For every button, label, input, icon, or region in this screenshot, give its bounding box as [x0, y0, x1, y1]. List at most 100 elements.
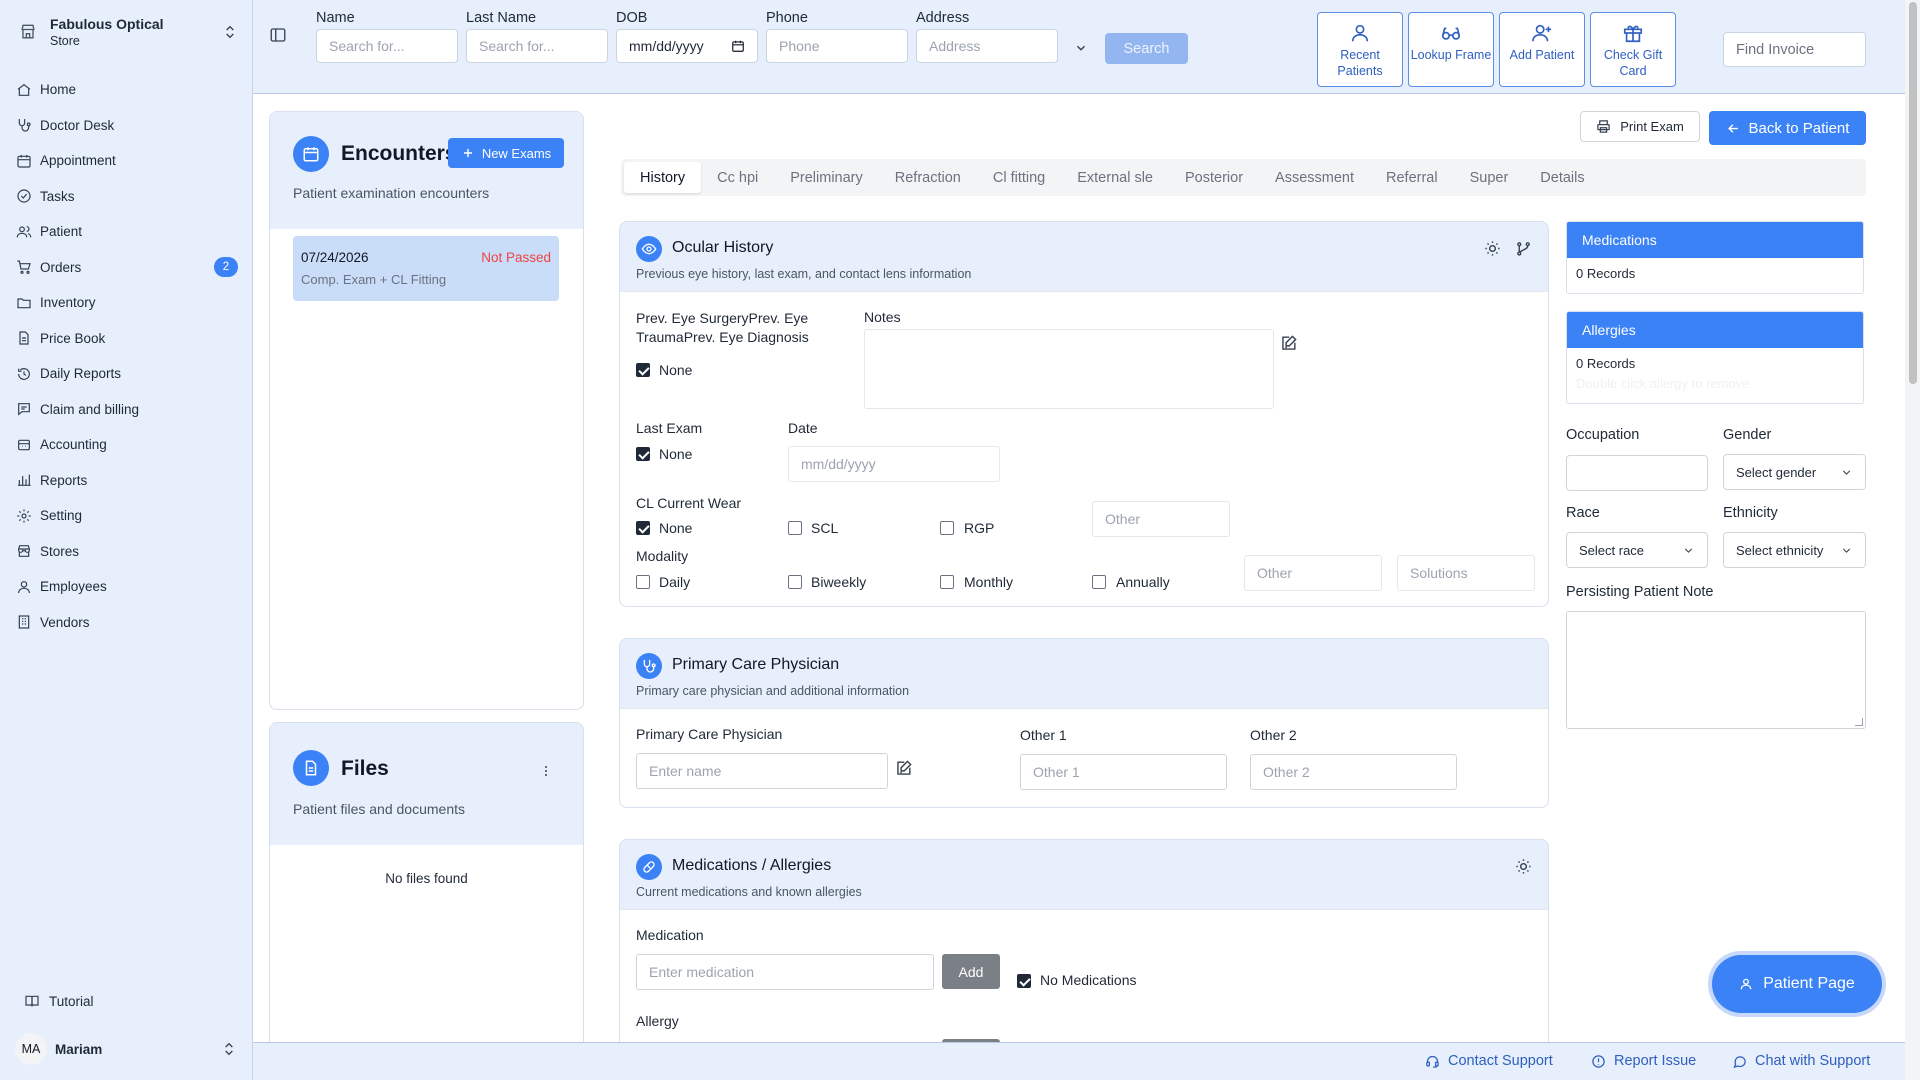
resize-handle[interactable] [1855, 718, 1863, 726]
occupation-input[interactable] [1566, 455, 1708, 491]
store-switcher[interactable]: Fabulous Optical Store [18, 12, 238, 52]
print-exam-button[interactable]: Print Exam [1580, 111, 1700, 142]
modality-annually-checkbox[interactable] [1092, 575, 1106, 589]
dob-input[interactable]: mm/dd/yyyy [616, 29, 758, 63]
cl-rgp-checkbox[interactable] [940, 521, 954, 535]
tab-history[interactable]: History [624, 162, 702, 193]
race-select-value: Select race [1579, 542, 1645, 558]
recent-patients-button[interactable]: Recent Patients [1317, 12, 1403, 87]
pcp-name-input[interactable] [636, 753, 888, 789]
tab-assessment[interactable]: Assessment [1259, 162, 1370, 193]
contact-support-link[interactable]: Contact Support [1425, 1052, 1553, 1070]
primary-care-subtitle: Primary care physician and additional in… [636, 684, 910, 698]
sun-icon[interactable] [1515, 858, 1532, 875]
sidebar-item-orders[interactable]: Orders 2 [12, 250, 240, 286]
sidebar-item-home[interactable]: Home [12, 72, 240, 108]
sidebar-item-accounting[interactable]: Accounting [12, 427, 240, 463]
ocular-history-section: Ocular History Previous eye history, las… [619, 221, 1549, 607]
sidebar-item-price-book[interactable]: Price Book [12, 321, 240, 357]
files-subtitle: Patient files and documents [293, 801, 465, 817]
tab-referral[interactable]: Referral [1370, 162, 1454, 193]
modality-daily-checkbox[interactable] [636, 575, 650, 589]
last-exam-date-input[interactable]: mm/dd/yyyy [788, 446, 1000, 482]
git-branch-icon[interactable] [1515, 240, 1532, 257]
search-button[interactable]: Search [1105, 33, 1188, 64]
sidebar-item-inventory[interactable]: Inventory [12, 285, 240, 321]
gender-select[interactable]: Select gender [1723, 454, 1866, 490]
chat-support-link[interactable]: Chat with Support [1732, 1052, 1870, 1070]
scrollbar-thumb[interactable] [1909, 2, 1917, 384]
new-exams-button[interactable]: New Exams [448, 138, 564, 168]
kebab-menu-icon[interactable] [538, 763, 554, 779]
phone-search-input[interactable] [766, 29, 908, 63]
edit-icon[interactable] [1279, 334, 1298, 353]
edit-icon[interactable] [894, 759, 913, 778]
cl-scl-label: SCL [811, 520, 839, 536]
sidebar-item-stores[interactable]: Stores [12, 534, 240, 570]
no-medications-checkbox[interactable] [1017, 974, 1031, 988]
sidebar-item-doctor-desk[interactable]: Doctor Desk [12, 108, 240, 144]
last-name-search-input[interactable] [466, 29, 608, 63]
cl-scl-checkbox[interactable] [788, 521, 802, 535]
name-search-input[interactable] [316, 29, 458, 63]
sidebar-item-vendors[interactable]: Vendors [12, 605, 240, 641]
sidebar-item-reports[interactable]: Reports [12, 463, 240, 499]
history-icon [16, 366, 32, 382]
ethnicity-select[interactable]: Select ethnicity [1723, 532, 1866, 568]
find-invoice-input[interactable] [1723, 32, 1866, 67]
last-exam-none-checkbox[interactable] [636, 447, 650, 461]
prev-none-checkbox[interactable] [636, 363, 650, 377]
other2-input[interactable] [1250, 754, 1457, 790]
ocular-history-header: Ocular History Previous eye history, las… [620, 222, 1548, 292]
back-to-patient-button[interactable]: Back to Patient [1709, 111, 1866, 145]
no-files-message: No files found [385, 871, 468, 886]
tab-external-sle[interactable]: External sle [1061, 162, 1169, 193]
tab-refraction[interactable]: Refraction [879, 162, 977, 193]
tab-preliminary[interactable]: Preliminary [774, 162, 879, 193]
other1-label: Other 1 [1020, 727, 1067, 743]
store-icon [18, 22, 38, 42]
sidebar-item-employees[interactable]: Employees [12, 569, 240, 605]
tutorial-link[interactable]: Tutorial [24, 990, 94, 1012]
patient-page-button[interactable]: Patient Page [1712, 955, 1882, 1013]
sidebar-item-patient[interactable]: Patient [12, 214, 240, 250]
report-issue-link[interactable]: Report Issue [1591, 1052, 1696, 1070]
modality-biweekly-checkbox[interactable] [788, 575, 802, 589]
cl-none-checkbox[interactable] [636, 521, 650, 535]
sidebar-item-label: Home [40, 82, 77, 98]
sidebar-item-tasks[interactable]: Tasks [12, 179, 240, 215]
medication-input[interactable] [636, 954, 934, 990]
add-medication-button[interactable]: Add [942, 954, 1000, 989]
files-title: Files [341, 757, 389, 780]
address-search-input[interactable] [916, 29, 1058, 63]
modality-other-input[interactable]: Other [1244, 555, 1382, 591]
modality-monthly-checkbox[interactable] [940, 575, 954, 589]
tab-cc-hpi[interactable]: Cc hpi [701, 162, 774, 193]
encounter-item[interactable]: 07/24/2026 Not Passed Comp. Exam + CL Fi… [293, 236, 559, 301]
race-select[interactable]: Select race [1566, 532, 1708, 568]
tab-posterior[interactable]: Posterior [1169, 162, 1259, 193]
back-to-patient-label: Back to Patient [1748, 119, 1850, 137]
persisting-note-textarea[interactable] [1566, 611, 1866, 729]
other1-input[interactable] [1020, 754, 1227, 790]
sidebar-item-setting[interactable]: Setting [12, 498, 240, 534]
sun-icon[interactable] [1484, 240, 1501, 257]
sidebar-toggle-icon[interactable] [269, 26, 287, 44]
tab-super[interactable]: Super [1454, 162, 1525, 193]
lookup-frame-button[interactable]: Lookup Frame [1408, 12, 1494, 87]
medications-panel-title: Medications [1567, 222, 1863, 258]
chevron-down-icon[interactable] [1074, 41, 1088, 55]
notes-textarea[interactable] [864, 329, 1274, 409]
solutions-input[interactable]: Solutions [1397, 555, 1535, 591]
add-patient-button[interactable]: Add Patient [1499, 12, 1585, 87]
cl-other-input[interactable]: Other [1092, 501, 1230, 537]
sidebar-item-daily-reports[interactable]: Daily Reports [12, 356, 240, 392]
tab-cl-fitting[interactable]: Cl fitting [977, 162, 1061, 193]
sidebar-item-appointment[interactable]: Appointment [12, 143, 240, 179]
encounter-date: 07/24/2026 [301, 250, 369, 265]
user-menu[interactable]: MA Mariam [15, 1032, 237, 1066]
sidebar-item-claim-billing[interactable]: Claim and billing [12, 392, 240, 428]
gift-icon [1622, 22, 1644, 44]
tab-details[interactable]: Details [1524, 162, 1600, 193]
check-gift-card-button[interactable]: Check Gift Card [1590, 12, 1676, 87]
